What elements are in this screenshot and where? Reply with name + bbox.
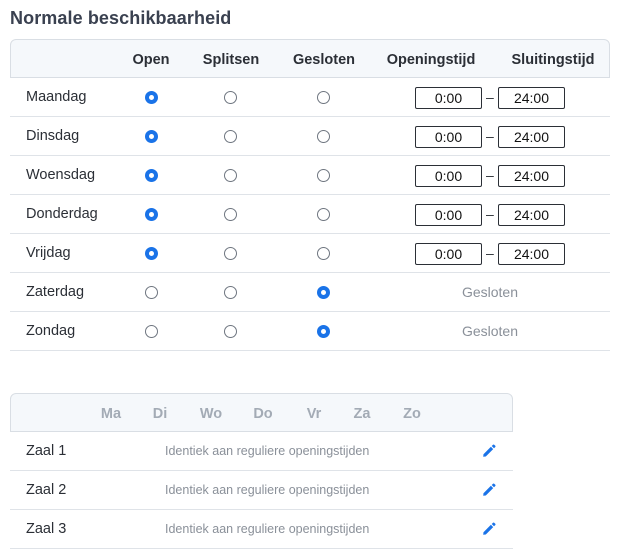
schedule-row: Donderdag – [10, 195, 610, 234]
open-radio[interactable] [145, 208, 158, 221]
day-column-header: Do [253, 406, 273, 422]
day-column-header: Wo [199, 406, 223, 422]
closing-time-input[interactable] [498, 204, 565, 226]
opening-time-input[interactable] [415, 126, 482, 148]
opening-time-input[interactable] [415, 243, 482, 265]
open-radio[interactable] [145, 169, 158, 182]
closing-time-input[interactable] [498, 243, 565, 265]
room-description: Identiek aan reguliere openingstijden [165, 522, 370, 536]
time-range-dash: – [486, 206, 494, 222]
split-radio[interactable] [224, 91, 237, 104]
open-radio[interactable] [145, 325, 158, 338]
column-header-split: Splitsen [202, 52, 260, 68]
closed-radio[interactable] [317, 325, 330, 338]
closing-time-input[interactable] [498, 126, 565, 148]
day-label: Donderdag [26, 206, 98, 222]
closed-radio[interactable] [317, 247, 330, 260]
room-description: Identiek aan reguliere openingstijden [165, 444, 370, 458]
opening-time-input[interactable] [415, 165, 482, 187]
schedule-row: Dinsdag – [10, 117, 610, 156]
closed-label: Gesloten [461, 323, 519, 339]
closed-label: Gesloten [461, 284, 519, 300]
split-radio[interactable] [224, 247, 237, 260]
time-range-dash: – [486, 89, 494, 105]
day-label: Vrijdag [26, 245, 71, 261]
closed-radio[interactable] [317, 130, 330, 143]
open-radio[interactable] [145, 247, 158, 260]
column-header-opening-time: Openingstijd [386, 52, 476, 68]
split-radio[interactable] [224, 130, 237, 143]
column-header-closed: Gesloten [292, 52, 356, 68]
room-name: Zaal 2 [26, 482, 67, 498]
day-label: Dinsdag [26, 128, 80, 144]
pencil-icon[interactable] [482, 444, 496, 458]
split-radio[interactable] [224, 325, 237, 338]
schedule-row: Vrijdag – [10, 234, 610, 273]
opening-time-input[interactable] [415, 204, 482, 226]
column-header-open: Open [132, 52, 170, 68]
room-row: Zaal 2 Identiek aan reguliere openingstij… [10, 471, 513, 510]
day-column-header: Di [152, 406, 168, 422]
rooms-table: Ma Di Wo Do Vr Za Zo Zaal 1 Identiek aan reguli… [10, 393, 513, 549]
room-name: Zaal 3 [26, 521, 67, 537]
day-label: Maandag [26, 89, 87, 105]
split-radio[interactable] [224, 169, 237, 182]
time-range-dash: – [486, 167, 494, 183]
closed-radio[interactable] [317, 208, 330, 221]
split-radio[interactable] [224, 286, 237, 299]
schedule-header: Open Splitsen Gesloten Openingstijd Slui… [10, 39, 610, 78]
closed-radio[interactable] [317, 286, 330, 299]
day-label: Zondag [26, 323, 76, 339]
time-range-dash: – [486, 245, 494, 261]
open-radio[interactable] [145, 286, 158, 299]
day-column-header: Vr [306, 406, 322, 422]
room-row: Zaal 1 Identiek aan reguliere openingstij… [10, 432, 513, 471]
schedule-row: Zaterdag Gesloten [10, 273, 610, 312]
day-column-header: Zo [403, 406, 421, 422]
room-description: Identiek aan reguliere openingstijden [165, 483, 370, 497]
page-title: Normale beschikbaarheid [10, 8, 232, 28]
pencil-icon[interactable] [482, 483, 496, 497]
day-column-header: Za [353, 406, 371, 422]
closing-time-input[interactable] [498, 165, 565, 187]
room-row: Zaal 3 Identiek aan reguliere openingstij… [10, 510, 513, 549]
open-radio[interactable] [145, 130, 158, 143]
rooms-header: Ma Di Wo Do Vr Za Zo [10, 393, 513, 432]
split-radio[interactable] [224, 208, 237, 221]
pencil-icon[interactable] [482, 522, 496, 536]
time-range-dash: – [486, 128, 494, 144]
day-label: Woensdag [26, 167, 96, 183]
column-header-closing-time: Sluitingstijd [511, 52, 595, 68]
day-label: Zaterdag [26, 284, 85, 300]
closed-radio[interactable] [317, 91, 330, 104]
schedule-row: Maandag – [10, 78, 610, 117]
schedule-row: Woensdag – [10, 156, 610, 195]
open-radio[interactable] [145, 91, 158, 104]
opening-time-input[interactable] [415, 87, 482, 109]
closing-time-input[interactable] [498, 87, 565, 109]
closed-radio[interactable] [317, 169, 330, 182]
schedule-row: Zondag Gesloten [10, 312, 610, 351]
schedule-table: Open Splitsen Gesloten Openingstijd Slui… [10, 39, 610, 351]
room-name: Zaal 1 [26, 443, 67, 459]
day-column-header: Ma [100, 406, 122, 422]
